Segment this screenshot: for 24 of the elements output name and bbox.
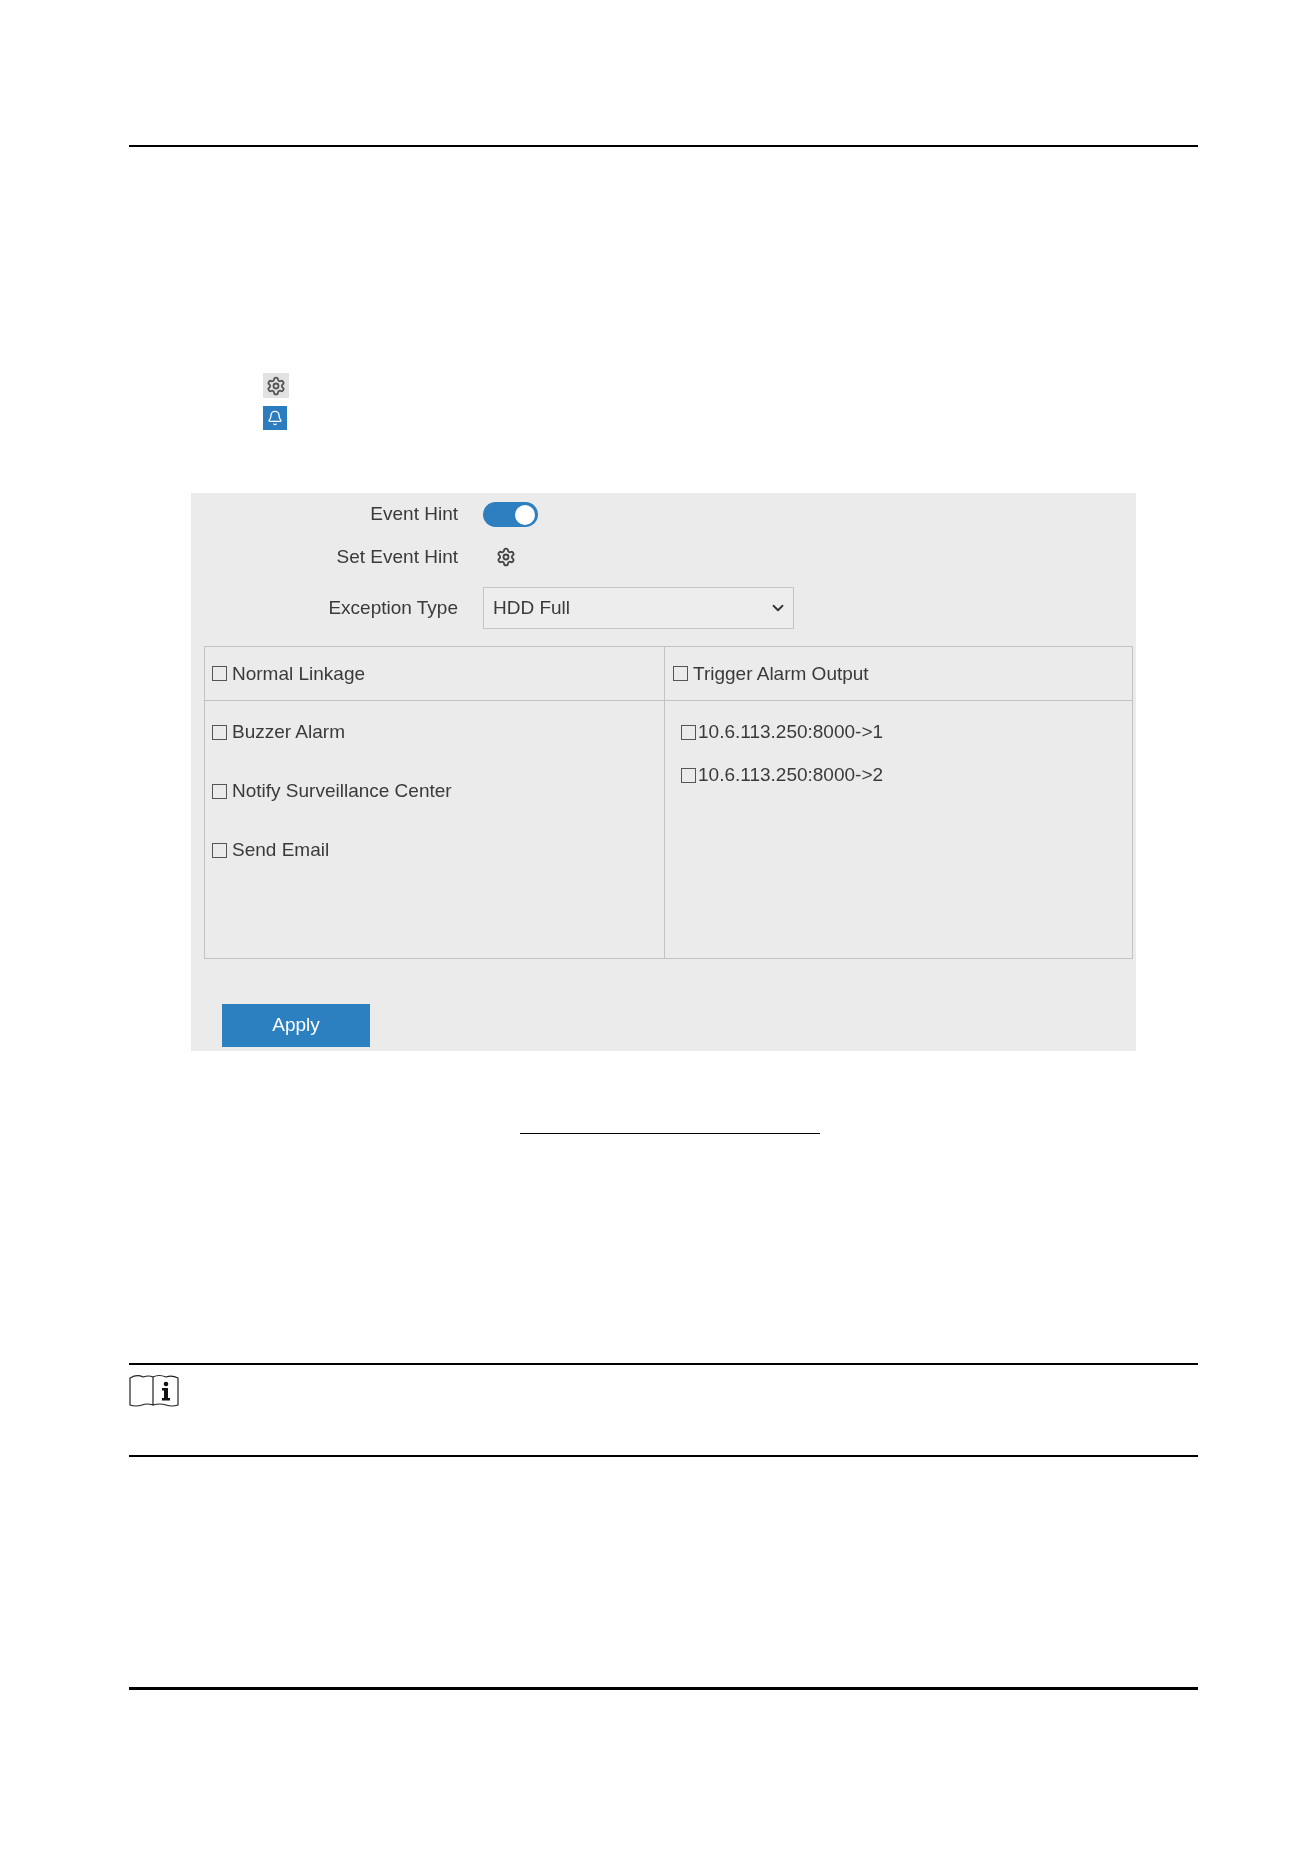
- checkbox-label: 10.6.113.250:8000->1: [698, 720, 884, 744]
- checkbox[interactable]: [212, 842, 227, 858]
- field-label: Exception Type: [327, 595, 458, 620]
- checkbox-label: Notify Surveillance Center: [232, 779, 452, 803]
- settings-icon: [263, 373, 289, 398]
- checkbox[interactable]: [212, 666, 227, 681]
- field-label: Event Hint: [369, 502, 458, 527]
- checkbox[interactable]: [212, 724, 227, 740]
- checkbox[interactable]: [681, 767, 696, 783]
- checkbox-label: Buzzer Alarm: [232, 720, 345, 744]
- field-label: Set Event Hint: [335, 544, 458, 569]
- note-book-icon: [129, 1374, 179, 1407]
- exception-type-dropdown[interactable]: HDD Full: [483, 587, 794, 629]
- checkbox[interactable]: [212, 783, 227, 799]
- apply-button[interactable]: Apply: [222, 1004, 370, 1047]
- checkbox-label: 10.6.113.250:8000->2: [698, 763, 884, 787]
- checkbox[interactable]: [681, 724, 696, 740]
- settings-icon[interactable]: [496, 547, 516, 567]
- checkbox-label: Normal Linkage: [232, 661, 366, 686]
- checkbox[interactable]: [673, 666, 688, 681]
- checkbox-label: Trigger Alarm Output: [693, 661, 869, 686]
- toggle-switch[interactable]: [483, 502, 538, 527]
- checkbox-label: Send Email: [232, 838, 330, 862]
- bell-icon: [263, 406, 287, 430]
